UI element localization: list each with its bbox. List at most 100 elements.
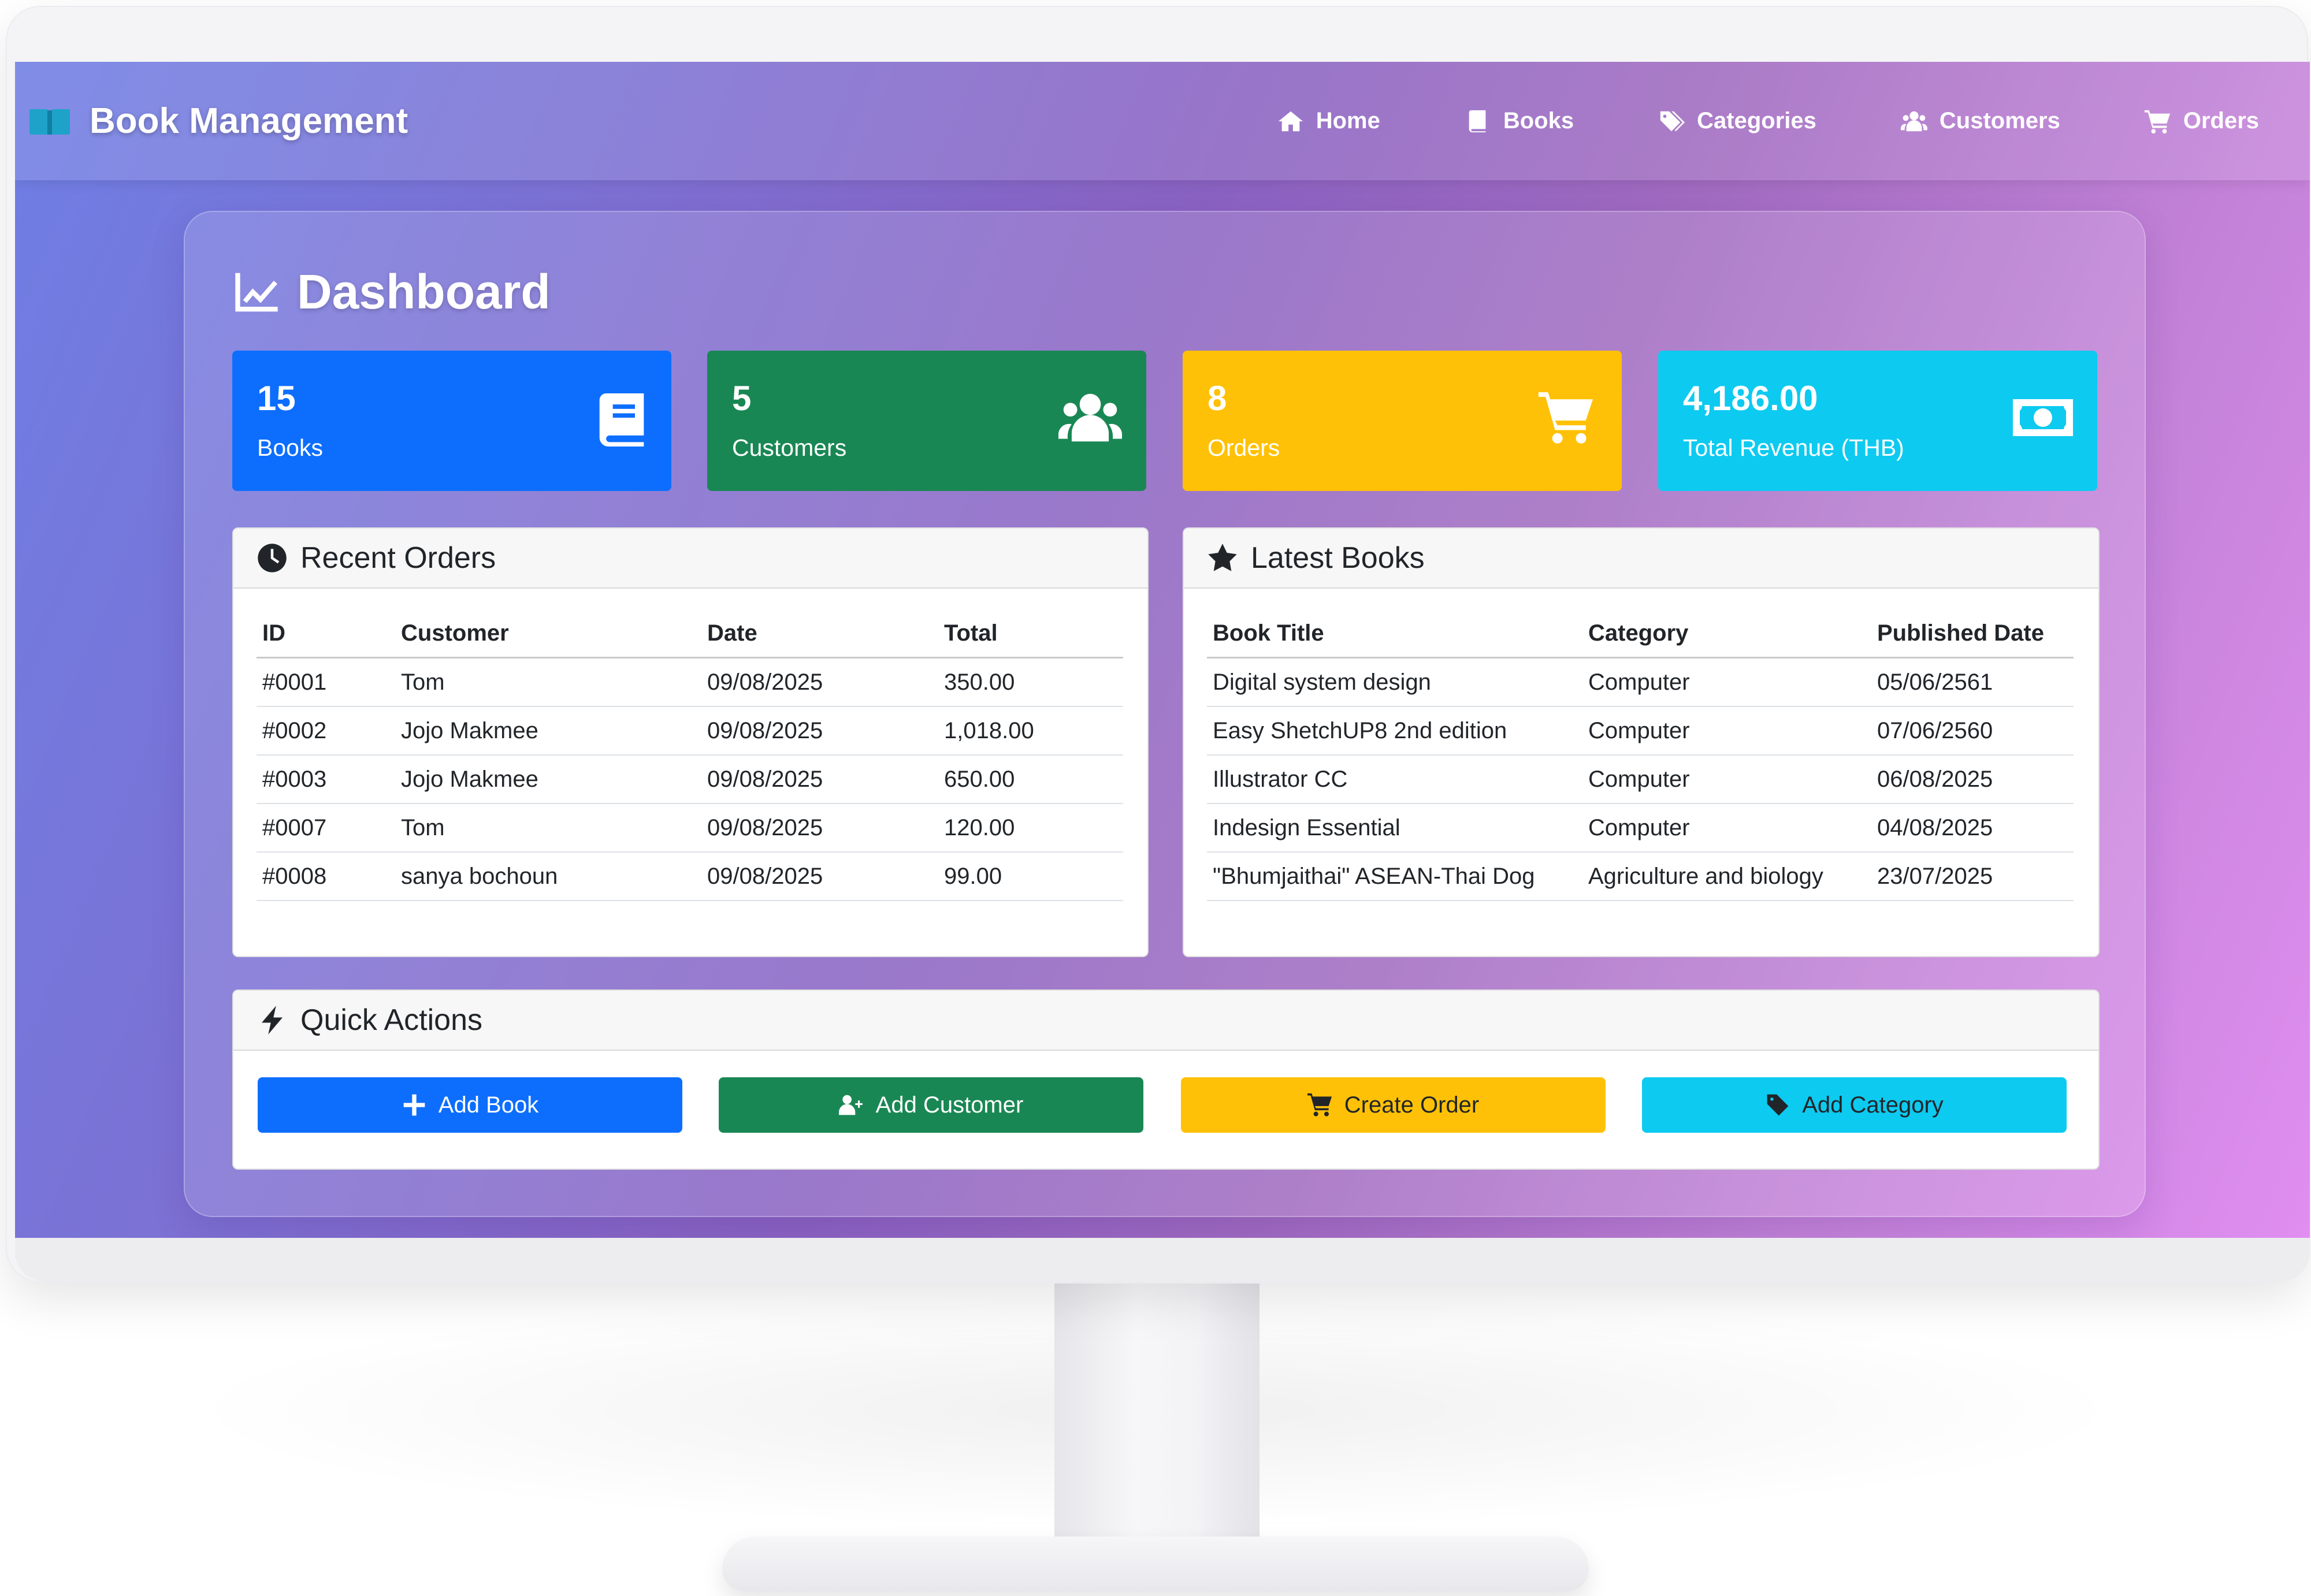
order-total: 1,018.00 bbox=[938, 706, 1123, 756]
book-icon bbox=[599, 393, 644, 447]
book-category: Computer bbox=[1582, 755, 1871, 804]
add-book-button[interactable]: Add Book bbox=[258, 1077, 682, 1133]
bolt-icon bbox=[262, 1006, 283, 1035]
order-customer: Jojo Makmee bbox=[395, 755, 701, 804]
create-order-label: Create Order bbox=[1344, 1092, 1480, 1118]
book-title: Illustrator CC bbox=[1207, 755, 1582, 804]
table-row[interactable]: Illustrator CC Computer 06/08/2025 bbox=[1207, 755, 2074, 804]
column-header: Book Title bbox=[1207, 609, 1582, 659]
book-published-date: 04/08/2025 bbox=[1871, 803, 2074, 853]
column-header: Date bbox=[701, 609, 938, 659]
recent-orders-card: Recent Orders ID Customer Date Total #00 bbox=[232, 527, 1149, 957]
book-title: Easy ShetchUP8 2nd edition bbox=[1207, 706, 1582, 756]
recent-orders-title: Recent Orders bbox=[300, 541, 496, 575]
column-header: Customer bbox=[395, 609, 701, 659]
add-category-button[interactable]: Add Category bbox=[1642, 1077, 2067, 1133]
nav-home-label: Home bbox=[1316, 108, 1380, 133]
order-date: 09/08/2025 bbox=[701, 706, 938, 756]
book-category: Agriculture and biology bbox=[1582, 852, 1871, 901]
open-book-icon bbox=[29, 109, 70, 135]
nav-orders[interactable]: Orders bbox=[2144, 108, 2259, 135]
nav-categories[interactable]: Categories bbox=[1658, 108, 1816, 135]
table-row[interactable]: #0002 Jojo Makmee 09/08/2025 1,018.00 bbox=[257, 706, 1123, 756]
book-category: Computer bbox=[1582, 706, 1871, 756]
latest-books-title: Latest Books bbox=[1251, 541, 1425, 575]
order-date: 09/08/2025 bbox=[701, 755, 938, 804]
content-container: Dashboard 15 Books 5 Customers 8 Orders … bbox=[184, 211, 2146, 1217]
clock-icon bbox=[258, 544, 287, 572]
latest-books-card: Latest Books Book Title Category Publish… bbox=[1183, 527, 2100, 957]
book-published-date: 23/07/2025 bbox=[1871, 852, 2074, 901]
stat-card-books[interactable]: 15 Books bbox=[232, 351, 671, 491]
nav-home[interactable]: Home bbox=[1277, 108, 1380, 135]
create-order-button[interactable]: Create Order bbox=[1181, 1077, 1606, 1133]
stat-card-orders[interactable]: 8 Orders bbox=[1183, 351, 1622, 491]
table-row[interactable]: #0008 sanya bochoun 09/08/2025 99.00 bbox=[257, 852, 1123, 901]
latest-books-table: Book Title Category Published Date Digit… bbox=[1207, 609, 2074, 901]
book-title: Digital system design bbox=[1207, 657, 1582, 707]
stat-revenue-label: Total Revenue (THB) bbox=[1683, 434, 1904, 461]
order-customer: Tom bbox=[395, 657, 701, 707]
add-category-label: Add Category bbox=[1802, 1092, 1944, 1118]
recent-orders-header: Recent Orders bbox=[233, 529, 1147, 589]
order-id: #0008 bbox=[257, 852, 395, 901]
star-icon bbox=[1208, 544, 1237, 571]
order-date: 09/08/2025 bbox=[701, 803, 938, 853]
brand[interactable]: Book Management bbox=[29, 62, 408, 180]
screen: Book Management Home Books Categories Cu… bbox=[15, 62, 2310, 1238]
nav-links: Home Books Categories Customers Orders bbox=[1193, 62, 2259, 180]
quick-actions-card: Quick Actions Add Book Add Customer Crea… bbox=[232, 989, 2100, 1170]
order-date: 09/08/2025 bbox=[701, 657, 938, 707]
cart-icon bbox=[1538, 392, 1593, 444]
home-icon bbox=[1278, 111, 1303, 131]
table-row[interactable]: Easy ShetchUP8 2nd edition Computer 07/0… bbox=[1207, 706, 2074, 756]
book-title: Indesign Essential bbox=[1207, 803, 1582, 853]
column-header: Category bbox=[1582, 609, 1871, 659]
table-header-row: Book Title Category Published Date bbox=[1207, 609, 2074, 659]
nav-books[interactable]: Books bbox=[1464, 108, 1574, 135]
user-plus-icon bbox=[838, 1095, 863, 1115]
money-bill-icon bbox=[2013, 399, 2073, 436]
stat-card-revenue[interactable]: 4,186.00 Total Revenue (THB) bbox=[1658, 351, 2097, 491]
plus-icon bbox=[403, 1094, 425, 1116]
stat-orders-value: 8 bbox=[1207, 379, 1227, 418]
navbar: Book Management Home Books Categories Cu… bbox=[15, 62, 2310, 180]
order-date: 09/08/2025 bbox=[701, 852, 938, 901]
table-row[interactable]: Indesign Essential Computer 04/08/2025 bbox=[1207, 803, 2074, 853]
chart-line-icon bbox=[235, 273, 278, 311]
book-published-date: 07/06/2560 bbox=[1871, 706, 2074, 756]
nav-orders-label: Orders bbox=[2183, 108, 2259, 133]
table-row[interactable]: #0003 Jojo Makmee 09/08/2025 650.00 bbox=[257, 755, 1123, 804]
add-customer-button[interactable]: Add Customer bbox=[719, 1077, 1143, 1133]
order-total: 650.00 bbox=[938, 755, 1123, 804]
table-row[interactable]: "Bhumjaithai" ASEAN-Thai Dog Agriculture… bbox=[1207, 852, 2074, 901]
book-title: "Bhumjaithai" ASEAN-Thai Dog bbox=[1207, 852, 1582, 901]
table-row[interactable]: #0001 Tom 09/08/2025 350.00 bbox=[257, 657, 1123, 707]
book-published-date: 05/06/2561 bbox=[1871, 657, 2074, 707]
column-header: Published Date bbox=[1871, 609, 2074, 659]
monitor-stand-neck bbox=[1054, 1284, 1259, 1561]
book-category: Computer bbox=[1582, 803, 1871, 853]
book-published-date: 06/08/2025 bbox=[1871, 755, 2074, 804]
book-icon bbox=[1469, 110, 1486, 132]
quick-actions-header: Quick Actions bbox=[233, 991, 2098, 1051]
tags-icon bbox=[1660, 111, 1685, 131]
stat-card-customers[interactable]: 5 Customers bbox=[707, 351, 1146, 491]
book-category: Computer bbox=[1582, 657, 1871, 707]
order-total: 350.00 bbox=[938, 657, 1123, 707]
stat-books-label: Books bbox=[257, 434, 323, 461]
stat-orders-label: Orders bbox=[1207, 434, 1280, 461]
order-customer: sanya bochoun bbox=[395, 852, 701, 901]
stat-books-value: 15 bbox=[257, 379, 296, 418]
table-row[interactable]: #0007 Tom 09/08/2025 120.00 bbox=[257, 803, 1123, 853]
nav-categories-label: Categories bbox=[1697, 108, 1816, 133]
column-header: ID bbox=[257, 609, 395, 659]
users-icon bbox=[1900, 111, 1927, 131]
nav-customers[interactable]: Customers bbox=[1900, 108, 2060, 135]
column-header: Total bbox=[938, 609, 1123, 659]
order-id: #0007 bbox=[257, 803, 395, 853]
table-row[interactable]: Digital system design Computer 05/06/256… bbox=[1207, 657, 2074, 707]
order-customer: Tom bbox=[395, 803, 701, 853]
order-id: #0001 bbox=[257, 657, 395, 707]
tag-icon bbox=[1767, 1094, 1789, 1116]
